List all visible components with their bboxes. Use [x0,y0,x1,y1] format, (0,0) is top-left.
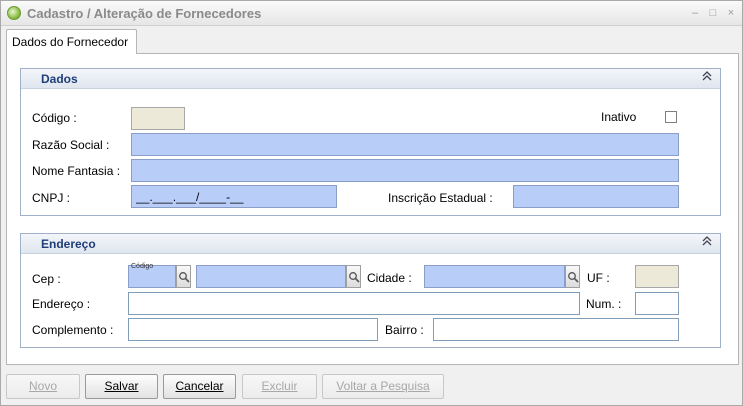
tab-label: Dados do Fornecedor [12,35,129,49]
endereco-field[interactable] [128,292,580,315]
novo-button[interactable]: Novo [6,374,80,399]
chevron-double-up-icon[interactable] [702,71,712,84]
codigo-field[interactable] [131,107,185,130]
close-icon[interactable]: × [724,6,738,20]
novo-label: Novo [28,379,57,393]
cidade-field[interactable] [424,265,565,288]
complemento-field[interactable] [128,318,378,341]
logradouro-field[interactable] [196,265,346,288]
voltar-pesquisa-button[interactable]: Voltar a Pesquisa [322,374,444,399]
chevron-double-up-icon[interactable] [702,236,712,249]
logradouro-search-button[interactable] [346,265,361,288]
bairro-label: Bairro : [385,323,424,337]
inativo-checkbox[interactable] [665,111,677,123]
title-bar: Cadastro / Alteração de Fornecedores – □… [1,1,742,26]
maximize-icon[interactable]: □ [706,6,720,20]
uf-label: UF : [587,271,610,285]
excluir-button[interactable]: Excluir [242,374,317,399]
cep-search-button[interactable] [176,265,191,288]
inscricao-estadual-field[interactable] [513,185,679,208]
nome-fantasia-field[interactable] [131,159,679,182]
cancelar-label: Cancelar [175,379,224,393]
voltar-pesquisa-label: Voltar a Pesquisa [336,379,430,393]
cep-hint: Código [131,263,154,270]
inscricao-estadual-label: Inscrição Estadual : [388,191,493,205]
cancelar-button[interactable]: Cancelar [163,374,236,399]
dados-group-title: Dados [41,72,78,86]
cidade-label: Cidade : [367,271,412,285]
inativo-label: Inativo [601,110,637,124]
tab-dados-fornecedor[interactable]: Dados do Fornecedor [6,29,137,54]
complemento-label: Complemento : [32,323,114,337]
cep-label: Cep : [32,272,61,286]
window-title: Cadastro / Alteração de Fornecedores [27,6,262,21]
dados-group-header: Dados [21,69,720,89]
num-label: Num. : [586,297,622,311]
fornecedores-window: Cadastro / Alteração de Fornecedores – □… [0,0,743,406]
cnpj-label: CNPJ : [32,191,71,205]
app-icon [7,6,21,20]
nome-fantasia-label: Nome Fantasia : [32,164,121,178]
cidade-search-button[interactable] [565,265,580,288]
num-field[interactable] [635,292,679,315]
endereco-group-header: Endereço [21,234,720,254]
razao-social-label: Razão Social : [32,138,110,152]
search-icon [349,272,360,283]
codigo-label: Código : [32,111,77,125]
bairro-field[interactable] [433,318,679,341]
salvar-label: Salvar [104,379,139,393]
excluir-label: Excluir [261,379,298,393]
salvar-button[interactable]: Salvar [85,374,158,399]
cnpj-field[interactable] [131,185,337,208]
search-icon [568,272,579,283]
endereco-label: Endereço : [32,297,91,311]
minimize-icon[interactable]: – [688,6,702,20]
endereco-group-title: Endereço [41,237,96,251]
uf-field[interactable] [635,265,679,288]
razao-social-field[interactable] [131,133,679,156]
search-icon [179,272,190,283]
